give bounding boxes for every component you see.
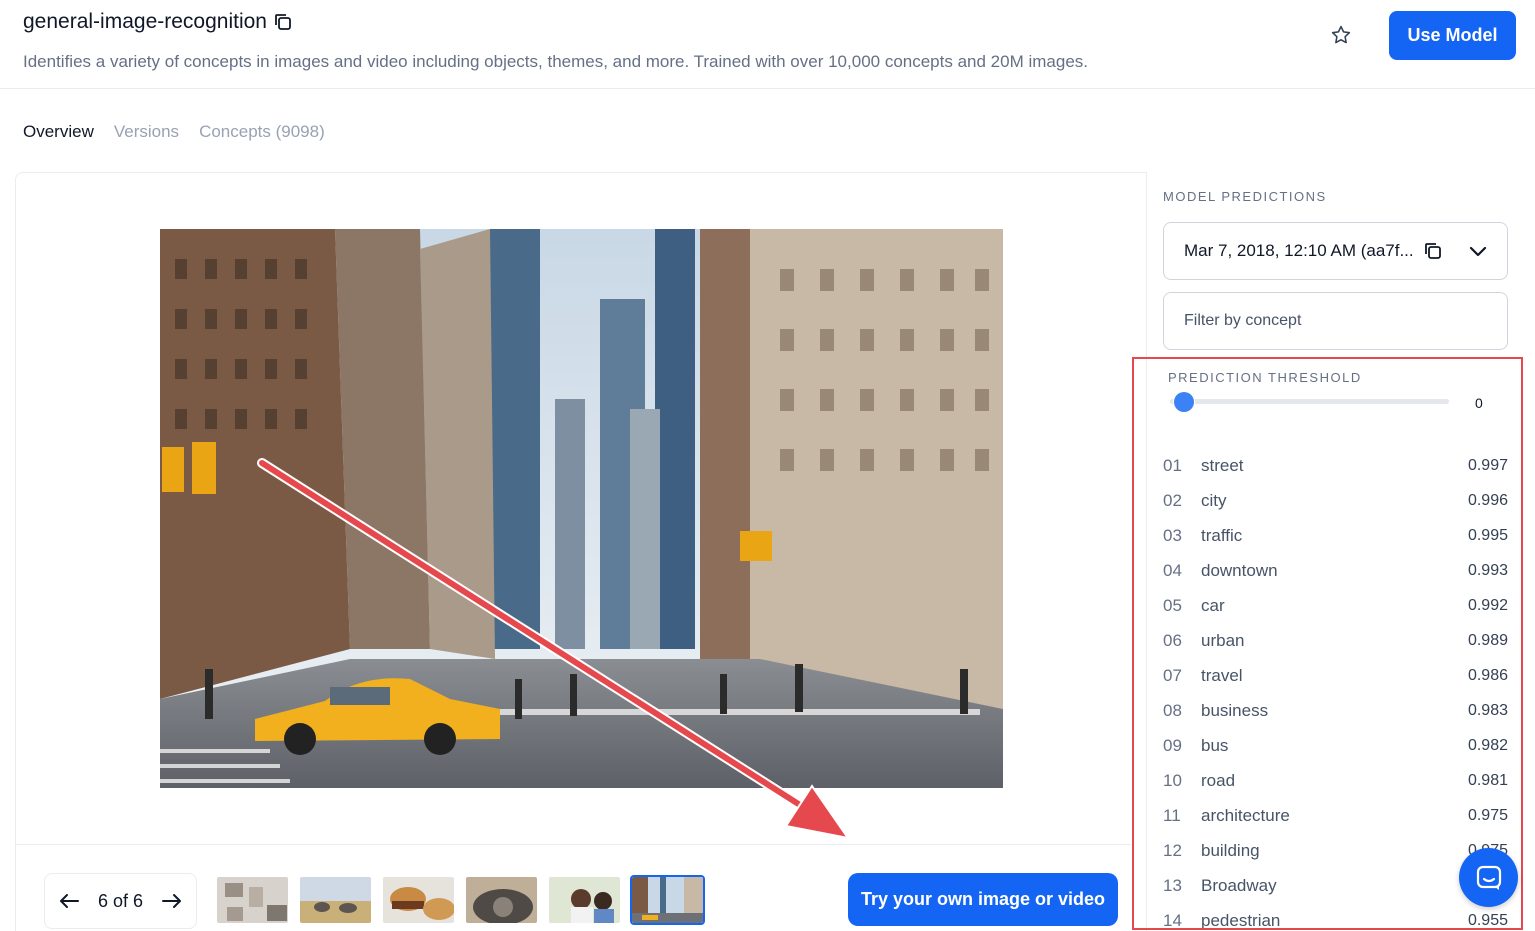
copy-icon[interactable]	[1423, 241, 1443, 261]
concept-name: pedestrian	[1201, 910, 1281, 930]
concept-name: building	[1201, 840, 1260, 860]
try-own-image-button[interactable]: Try your own image or video	[848, 873, 1118, 926]
version-select[interactable]: Mar 7, 2018, 12:10 AM (aa7f...	[1163, 222, 1508, 280]
use-model-button[interactable]: Use Model	[1389, 11, 1516, 60]
concept-index: 05	[1163, 595, 1182, 615]
concept-value: 0.992	[1467, 596, 1508, 614]
pager-text: 6 of 6	[97, 890, 144, 911]
thumbnail-4[interactable]	[464, 875, 539, 925]
concept-name: city	[1201, 490, 1227, 510]
concept-index: 07	[1163, 665, 1182, 685]
chevron-down-icon[interactable]	[1469, 245, 1487, 257]
concept-index: 14	[1163, 910, 1182, 930]
concept-row: 03 traffic 0.995	[1163, 518, 1508, 553]
tab-bar: Overview Versions Concepts (9098)	[23, 122, 325, 142]
image-pager: 6 of 6	[44, 873, 197, 929]
concept-name: architecture	[1201, 805, 1290, 825]
star-icon[interactable]	[1326, 20, 1356, 50]
concept-value: 0.995	[1467, 526, 1508, 544]
concept-name: business	[1201, 700, 1269, 720]
concept-value: 0.981	[1467, 771, 1508, 789]
concept-value: 0.989	[1467, 631, 1508, 649]
concept-value: 0.986	[1467, 666, 1508, 684]
concept-name: urban	[1201, 630, 1245, 650]
thumbnail-2[interactable]	[298, 875, 373, 925]
concept-index: 01	[1163, 455, 1182, 475]
thumbnail-6[interactable]	[630, 875, 705, 925]
concept-index: 09	[1163, 735, 1182, 755]
slider-track	[1170, 399, 1449, 404]
concept-index: 02	[1163, 490, 1182, 510]
copy-icon[interactable]	[273, 12, 293, 32]
concept-index: 04	[1163, 560, 1182, 580]
concept-row: 01 street 0.997	[1163, 448, 1508, 483]
tab-overview[interactable]: Overview	[23, 122, 94, 142]
concept-index: 06	[1163, 630, 1182, 650]
concept-index: 12	[1163, 840, 1182, 860]
concept-value: 0.983	[1467, 701, 1508, 719]
title-row: general-image-recognition	[23, 10, 293, 34]
threshold-slider[interactable]	[1170, 392, 1449, 412]
concept-value: 0.996	[1467, 491, 1508, 509]
threshold-label: PREDICTION THRESHOLD	[1168, 370, 1362, 385]
arrow-left-icon[interactable]	[59, 893, 79, 909]
thumbnail-strip	[215, 875, 705, 925]
tab-versions[interactable]: Versions	[114, 122, 179, 142]
preview-image	[160, 229, 1003, 788]
concept-name: travel	[1201, 665, 1243, 685]
thumbnail-3[interactable]	[381, 875, 456, 925]
concept-index: 11	[1163, 805, 1181, 825]
concept-index: 10	[1163, 770, 1182, 790]
filter-concept-input[interactable]	[1163, 292, 1508, 350]
concept-name: downtown	[1201, 560, 1278, 580]
concept-value: 0.982	[1467, 736, 1508, 754]
concept-index: 08	[1163, 700, 1182, 720]
concept-row: 02 city 0.996	[1163, 483, 1508, 518]
thumbnail-1[interactable]	[215, 875, 290, 925]
concept-row: 11 architecture 0.975	[1163, 798, 1508, 833]
panel-divider	[16, 844, 1131, 845]
concept-row: 08 business 0.983	[1163, 693, 1508, 728]
concept-row: 06 urban 0.989	[1163, 623, 1508, 658]
concept-name: bus	[1201, 735, 1229, 755]
version-text: Mar 7, 2018, 12:10 AM (aa7f...	[1184, 241, 1413, 260]
tab-concepts[interactable]: Concepts (9098)	[199, 122, 325, 142]
concept-index: 03	[1163, 525, 1182, 545]
chat-icon[interactable]	[1459, 848, 1518, 907]
concept-row: 09 bus 0.982	[1163, 728, 1508, 763]
concept-index: 13	[1163, 875, 1182, 895]
concept-row: 05 car 0.992	[1163, 588, 1508, 623]
concept-name: car	[1201, 595, 1225, 615]
concept-row: 12building0.975	[1163, 833, 1508, 868]
model-title: general-image-recognition	[23, 10, 267, 33]
concept-row: 04 downtown 0.993	[1163, 553, 1508, 588]
concept-row: 14 pedestrian 0.955	[1163, 903, 1508, 931]
concept-name: traffic	[1201, 525, 1243, 545]
concept-list: 01 street 0.997 02 city 0.996 03 traffic 0.995…	[1163, 448, 1508, 931]
slider-handle[interactable]	[1174, 392, 1194, 412]
model-header: general-image-recognition Identifies a v…	[0, 0, 1535, 89]
model-description: Identifies a variety of concepts in imag…	[23, 52, 1088, 71]
concept-row: 07 travel 0.986	[1163, 658, 1508, 693]
model-predictions-label: MODEL PREDICTIONS	[1163, 189, 1327, 204]
concept-row: 10 road 0.981	[1163, 763, 1508, 798]
concept-row: 13 Broadway	[1163, 868, 1508, 903]
concept-value: 0.993	[1467, 561, 1508, 579]
arrow-right-icon[interactable]	[161, 893, 182, 909]
concept-value: 0.997	[1467, 456, 1508, 474]
concept-value: 0.955	[1467, 911, 1508, 929]
thumbnail-5[interactable]	[547, 875, 622, 925]
concept-name: street	[1201, 455, 1244, 475]
concept-value: 0.975	[1467, 806, 1508, 824]
threshold-value: 0	[1475, 395, 1483, 411]
concept-name: road	[1201, 770, 1236, 790]
